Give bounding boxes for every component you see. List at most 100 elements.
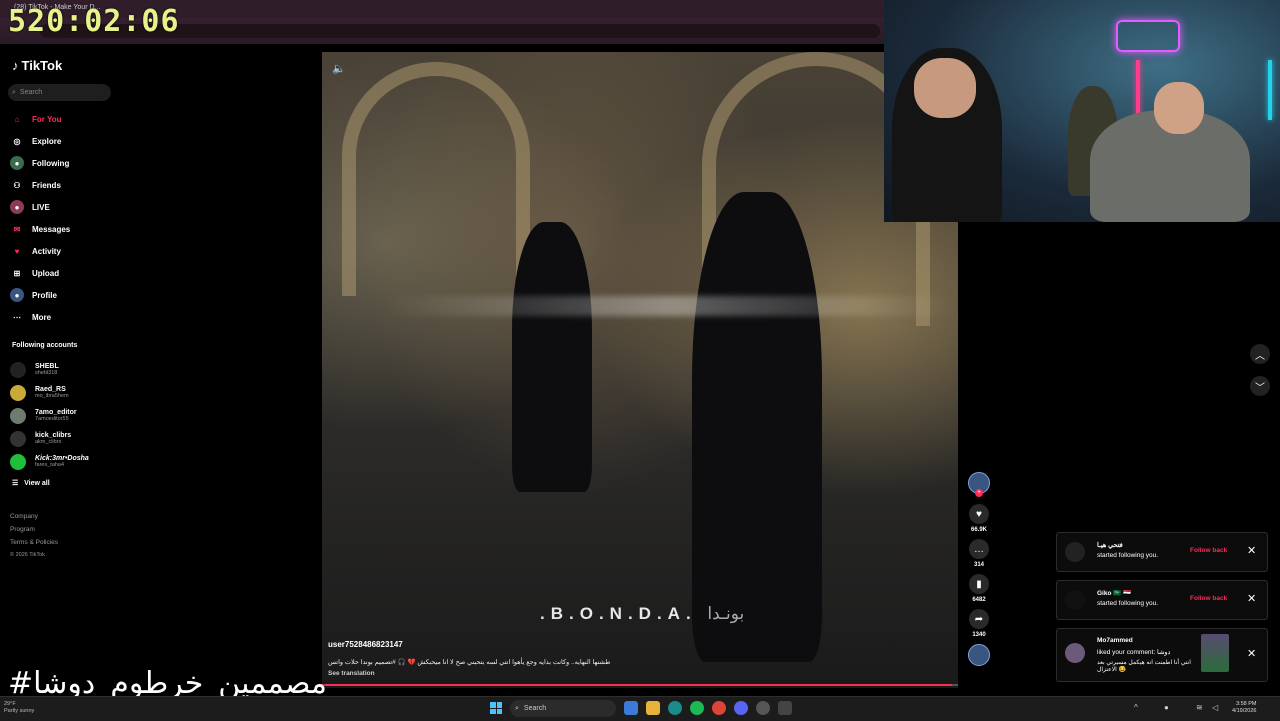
account-item[interactable]: kick_clibrs akm_clibrs	[10, 427, 89, 450]
microphone-icon[interactable]: ●	[1164, 703, 1169, 712]
account-name: Raed_RS	[35, 385, 66, 393]
terminal-icon[interactable]	[778, 701, 792, 715]
video-scene-arch	[342, 62, 530, 296]
weather-widget[interactable]: 29°F Partly sunny	[4, 701, 34, 715]
nav-label: Explore	[32, 136, 62, 146]
sidebar: ♪ TikTok ⌕ Search ⌂ For You ◎ Explore ● Fol…	[0, 44, 320, 696]
nav-live[interactable]: ● LIVE	[10, 196, 70, 218]
nav-for-you[interactable]: ⌂ For You	[10, 108, 70, 130]
bookmark-icon[interactable]: ▮	[969, 574, 989, 594]
close-icon[interactable]: ✕	[1247, 544, 1256, 557]
nav-label: More	[32, 312, 52, 322]
music-disc-icon[interactable]	[968, 644, 990, 666]
video-thumbnail[interactable]	[1201, 634, 1229, 672]
nav-upload[interactable]: ⊞ Upload	[10, 262, 70, 284]
discord-icon[interactable]	[734, 701, 748, 715]
tiktok-logo[interactable]: ♪ TikTok	[12, 58, 62, 73]
nav-more[interactable]: ⋯ More	[10, 306, 70, 328]
account-name: kick_clibrs	[35, 431, 72, 439]
video-watermark: .B.O.N.D.A. بونـدا	[540, 604, 745, 623]
edge-icon[interactable]	[668, 701, 682, 715]
notification-title: فتحي هيـا	[1097, 542, 1123, 549]
upload-icon: ⊞	[13, 268, 21, 278]
comment-count: 314	[973, 562, 984, 568]
chrome-icon[interactable]	[712, 701, 726, 715]
comment-action[interactable]: … 314	[964, 539, 994, 568]
windows-start-icon[interactable]	[490, 702, 502, 714]
notification-card[interactable]: فتحي هيـا started following you. Follow …	[1056, 532, 1268, 572]
spotify-icon[interactable]	[690, 701, 704, 715]
clock-date: 4/19/2026	[1232, 708, 1257, 714]
compass-icon: ◎	[13, 136, 21, 146]
taskbar-search-label: Search	[523, 705, 547, 712]
nav-label: Following	[32, 158, 70, 168]
bookmark-action[interactable]: ▮ 6482	[964, 574, 994, 603]
wifi-icon[interactable]: ≋	[1196, 703, 1203, 712]
close-icon[interactable]: ✕	[1247, 592, 1256, 605]
copilot-icon[interactable]	[624, 701, 638, 715]
nav-messages[interactable]: ✉ Messages	[10, 218, 71, 240]
avatar	[1065, 590, 1085, 610]
previous-video-button[interactable]: ︿	[1250, 344, 1270, 364]
streamer-left-face	[914, 58, 976, 118]
like-action[interactable]: ♥ 66.9K	[964, 504, 994, 533]
heart-icon[interactable]: ♥	[969, 504, 989, 524]
video-actions: + ♥ 66.9K … 314 ▮ 6482 ➦ 1340	[964, 472, 994, 676]
account-handle: mo_ibra5hem	[35, 392, 69, 399]
avatar	[1065, 542, 1085, 562]
neon-logo-sign	[1116, 20, 1180, 52]
account-item[interactable]: Raed_RS mo_ibra5hem	[10, 381, 89, 404]
search-input[interactable]: ⌕ Search	[8, 84, 111, 101]
nav-label: LIVE	[32, 202, 50, 212]
led-strip	[1268, 60, 1272, 120]
video-player[interactable]: 🔈 .B.O.N.D.A. بونـدا user7528486823147 ط…	[322, 52, 958, 688]
follow-back-button[interactable]: Follow back	[1190, 547, 1227, 554]
nav-profile[interactable]: ● Profile	[10, 284, 70, 306]
video-progress-bar[interactable]	[322, 684, 958, 686]
account-item[interactable]: SHEBL shebl318	[10, 358, 89, 381]
follow-back-button[interactable]: Follow back	[1190, 595, 1227, 602]
next-video-button[interactable]: ﹀	[1250, 376, 1270, 396]
account-name: SHEBL	[35, 362, 59, 370]
taskbar-clock[interactable]: 3:58 PM 4/19/2026	[1232, 701, 1256, 715]
notification-card[interactable]: Mo7ammed liked your comment: دوشا انتي أ…	[1056, 628, 1268, 682]
follow-plus-icon[interactable]: +	[975, 489, 983, 497]
nav-label: Friends	[32, 180, 61, 190]
video-caption: طشنها النهايه.. وكانت بدايه وجع يأهوا ان…	[328, 659, 611, 666]
main-nav: ⌂ For You ◎ Explore ● Following ⚇ Friends ● L…	[10, 108, 70, 328]
avatar	[10, 384, 26, 401]
nav-friends[interactable]: ⚇ Friends	[10, 174, 70, 196]
nav-following[interactable]: ● Following	[10, 152, 70, 174]
volume-icon[interactable]: 🔈	[332, 62, 346, 75]
see-translation-link[interactable]: See translation	[328, 670, 375, 677]
nav-label: For You	[32, 114, 62, 124]
obs-icon[interactable]	[756, 701, 770, 715]
notification-card[interactable]: Giko 🇸🇦 🇪🇬 started following you. Follow…	[1056, 580, 1268, 620]
led-strip	[1136, 60, 1140, 120]
account-item[interactable]: 7amo_editor 7amoeditor55	[10, 404, 89, 427]
video-author[interactable]: user7528486823147	[328, 640, 403, 649]
speaker-icon[interactable]: ◁	[1212, 703, 1218, 712]
avatar	[10, 407, 26, 424]
share-icon[interactable]: ➦	[969, 609, 989, 629]
video-light-streak	[382, 296, 958, 316]
chevron-up-icon[interactable]: ^	[1134, 703, 1138, 712]
copyright: © 2026 TikTok	[10, 552, 45, 558]
tiktok-note-icon: ♪	[12, 58, 19, 73]
footer-link-company[interactable]: Company	[10, 510, 58, 523]
footer-link-program[interactable]: Program	[10, 523, 58, 536]
account-item[interactable]: Kick:3mr•Dosha fares_taha4	[10, 450, 89, 473]
following-accounts-list: SHEBL shebl318 Raed_RS mo_ibra5hem 7amo_ed…	[10, 358, 89, 473]
file-explorer-icon[interactable]	[646, 701, 660, 715]
share-action[interactable]: ➦ 1340	[964, 609, 994, 638]
nav-explore[interactable]: ◎ Explore	[10, 130, 70, 152]
nav-activity[interactable]: ♥ Activity	[10, 240, 70, 262]
comment-icon[interactable]: …	[969, 539, 989, 559]
author-avatar-button[interactable]: +	[968, 472, 990, 497]
taskbar-search[interactable]: ⌕ Search	[510, 700, 616, 717]
close-icon[interactable]: ✕	[1247, 647, 1256, 660]
view-all-link[interactable]: ☰ View all	[12, 479, 50, 487]
more-icon: ⋯	[13, 312, 21, 322]
footer-link-terms[interactable]: Terms & Policies	[10, 536, 58, 549]
account-handle: 7amoeditor55	[35, 415, 69, 422]
